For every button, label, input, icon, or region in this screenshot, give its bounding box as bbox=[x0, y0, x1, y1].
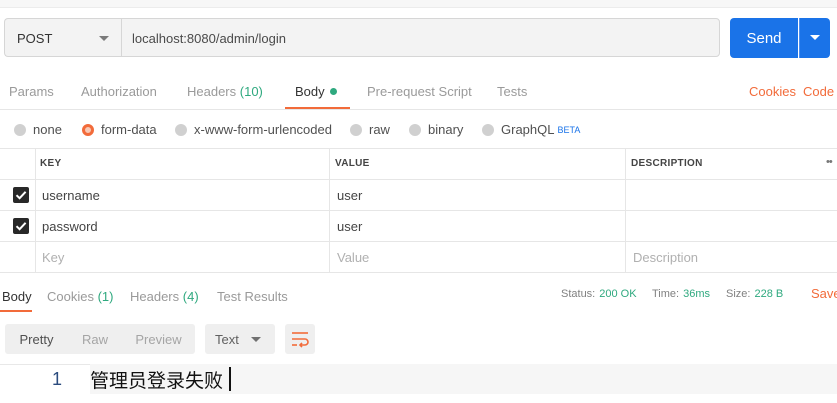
radio-off-icon bbox=[409, 123, 421, 136]
view-pretty-button[interactable]: Pretty bbox=[5, 324, 68, 354]
radio-urlencoded-label: x-www-form-urlencoded bbox=[194, 122, 332, 137]
time-value: 36ms bbox=[683, 288, 710, 300]
param-value[interactable]: user bbox=[337, 219, 362, 234]
column-header-description: DESCRIPTION bbox=[631, 158, 703, 169]
more-icon[interactable]: •• bbox=[826, 156, 833, 168]
column-header-value: VALUE bbox=[335, 158, 370, 169]
checkbox-checked-icon[interactable] bbox=[13, 218, 29, 234]
radio-raw-label: raw bbox=[369, 122, 390, 137]
tab-tests[interactable]: Tests bbox=[497, 84, 527, 99]
window-top-strip bbox=[0, 0, 837, 8]
tab-headers-label: Headers bbox=[187, 84, 237, 99]
row-divider bbox=[0, 241, 837, 242]
status-value: 200 OK bbox=[599, 288, 637, 300]
radio-on-icon bbox=[82, 123, 94, 136]
row-divider bbox=[0, 210, 837, 211]
response-tab-headers[interactable]: Headers (4) bbox=[130, 289, 199, 304]
new-key-input[interactable]: Key bbox=[42, 250, 64, 265]
url-input[interactable]: localhost:8080/admin/login bbox=[121, 18, 720, 57]
line-number: 1 bbox=[52, 369, 63, 389]
chevron-down-icon bbox=[251, 337, 261, 342]
view-raw-button[interactable]: Raw bbox=[68, 324, 122, 354]
radio-form-data[interactable]: form-data bbox=[82, 122, 157, 137]
tab-body[interactable]: Body bbox=[295, 84, 337, 99]
radio-off-icon bbox=[14, 123, 26, 136]
size-label: Size: bbox=[726, 288, 751, 300]
radio-off-icon bbox=[175, 123, 187, 136]
column-header-key: KEY bbox=[40, 158, 62, 169]
text-cursor bbox=[229, 367, 231, 391]
radio-none[interactable]: none bbox=[14, 122, 62, 137]
url-value: localhost:8080/admin/login bbox=[132, 31, 286, 46]
tab-headers[interactable]: Headers (10) bbox=[187, 84, 263, 99]
radio-off-icon bbox=[350, 123, 362, 136]
format-value: Text bbox=[215, 332, 239, 347]
checkbox-checked-icon[interactable] bbox=[13, 187, 29, 203]
status-label: Status: bbox=[561, 288, 596, 300]
tabs-divider bbox=[0, 109, 837, 110]
radio-urlencoded[interactable]: x-www-form-urlencoded bbox=[175, 122, 332, 137]
radio-form-data-label: form-data bbox=[101, 122, 157, 137]
format-select[interactable]: Text bbox=[205, 324, 275, 354]
response-tab-cookies-count: (1) bbox=[97, 289, 114, 304]
radio-graphql-label: GraphQL bbox=[501, 122, 555, 137]
wrap-lines-icon bbox=[292, 332, 309, 348]
radio-none-label: none bbox=[33, 122, 62, 137]
response-tab-body[interactable]: Body bbox=[2, 289, 32, 304]
response-tab-test-results[interactable]: Test Results bbox=[217, 289, 288, 304]
time-label: Time: bbox=[652, 288, 680, 300]
response-tab-headers-label: Headers bbox=[130, 289, 180, 304]
status-info: Status: 200 OK bbox=[561, 288, 637, 300]
time-info: Time: 36ms bbox=[652, 288, 710, 300]
new-description-input[interactable]: Description bbox=[633, 250, 698, 265]
beta-badge: BETA bbox=[557, 124, 581, 135]
response-tab-cookies[interactable]: Cookies (1) bbox=[47, 289, 113, 304]
radio-off-icon bbox=[482, 123, 494, 136]
response-text: 管理员登录失败 bbox=[90, 370, 224, 392]
cookies-link[interactable]: Cookies bbox=[749, 84, 796, 99]
send-options-button[interactable] bbox=[799, 18, 830, 58]
size-info: Size: 228 B bbox=[726, 288, 783, 300]
tab-params[interactable]: Params bbox=[9, 84, 54, 99]
new-value-input[interactable]: Value bbox=[337, 250, 369, 265]
method-select[interactable]: POST bbox=[4, 18, 121, 57]
table-header bbox=[0, 148, 837, 180]
param-key[interactable]: password bbox=[42, 219, 98, 234]
view-preview-button[interactable]: Preview bbox=[122, 324, 195, 354]
radio-raw[interactable]: raw bbox=[350, 122, 390, 137]
save-response-button[interactable]: Save bbox=[811, 286, 837, 301]
tab-authorization[interactable]: Authorization bbox=[81, 84, 157, 99]
row-divider bbox=[0, 272, 837, 273]
size-value: 228 B bbox=[754, 288, 784, 300]
radio-binary-label: binary bbox=[428, 122, 464, 137]
response-tab-cookies-label: Cookies bbox=[47, 289, 94, 304]
param-value[interactable]: user bbox=[337, 188, 362, 203]
tab-body-label: Body bbox=[295, 84, 325, 99]
active-tab-indicator bbox=[0, 310, 32, 312]
radio-graphql[interactable]: GraphQL BETA bbox=[482, 122, 580, 137]
tab-headers-count: (10) bbox=[239, 84, 263, 99]
status-dot-icon bbox=[329, 88, 337, 95]
method-label: POST bbox=[17, 31, 53, 46]
send-button[interactable]: Send bbox=[730, 18, 798, 58]
response-tab-headers-count: (4) bbox=[182, 289, 199, 304]
code-link[interactable]: Code bbox=[803, 84, 834, 99]
tab-prerequest-script[interactable]: Pre-request Script bbox=[367, 84, 472, 99]
radio-binary[interactable]: binary bbox=[409, 122, 463, 137]
param-key[interactable]: username bbox=[42, 188, 100, 203]
wrap-lines-button[interactable] bbox=[285, 324, 315, 354]
chevron-down-icon bbox=[810, 35, 820, 40]
chevron-down-icon bbox=[99, 36, 109, 41]
